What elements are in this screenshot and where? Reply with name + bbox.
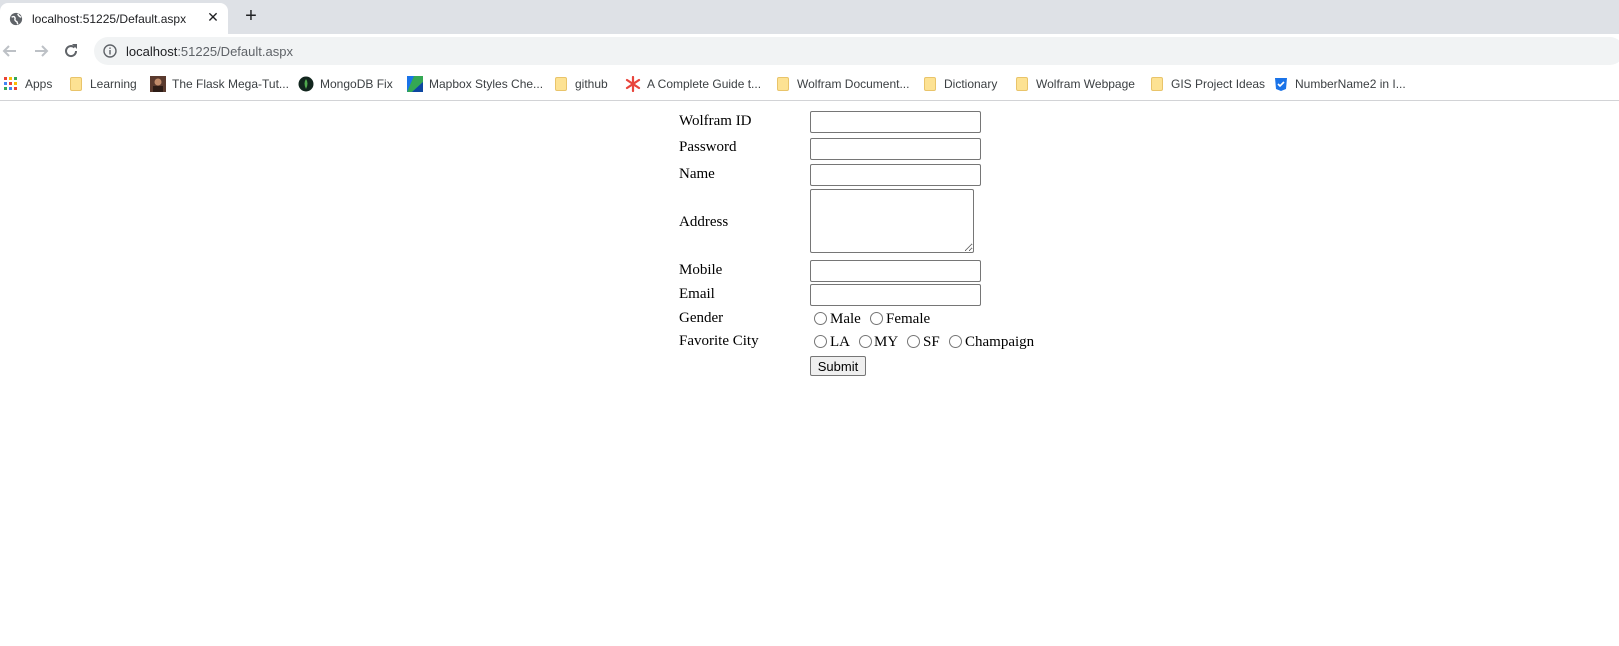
mapbox-icon [407,76,423,92]
forward-arrow-icon[interactable] [31,41,51,61]
city-la-label[interactable]: LA [830,334,850,351]
bookmark-label: MongoDB Fix [320,77,393,91]
folder-icon [68,76,84,92]
bookmark-label: NumberName2 in I... [1295,77,1406,91]
wolfram-id-input[interactable] [810,111,981,133]
new-tab-plus-icon[interactable]: + [241,6,261,26]
bookmark-label: Wolfram Document... [797,77,910,91]
shield-icon [1275,78,1287,91]
city-champaign-radio[interactable] [949,335,962,348]
bookmark-label: Mapbox Styles Che... [429,77,544,91]
tab-strip: localhost:51225/Default.aspx ✕ + [0,0,1619,34]
folder-icon [775,76,791,92]
tab-title: localhost:51225/Default.aspx [32,12,187,26]
submit-button[interactable]: Submit [810,356,866,376]
gender-label: Gender [679,310,724,326]
mobile-input[interactable] [810,260,981,282]
email-label: Email [679,286,715,302]
browser-tab[interactable]: localhost:51225/Default.aspx ✕ [0,3,228,34]
bookmark-label: Learning [90,77,137,91]
bookmarks-bar: Apps Learning The Flask Mega-Tut... Mong… [0,68,1619,101]
folder-icon [1149,76,1165,92]
city-la-radio[interactable] [814,335,827,348]
folder-icon [1014,76,1030,92]
city-champaign-label[interactable]: Champaign [965,334,1034,351]
bookmark-label: GIS Project Ideas [1171,77,1266,91]
reload-icon[interactable] [61,41,81,61]
bookmark-label: github [575,77,608,91]
bookmark-label: Wolfram Webpage [1036,77,1135,91]
city-sf-radio[interactable] [907,335,920,348]
url-path: :51225/Default.aspx [177,44,293,59]
city-sf-label[interactable]: SF [923,334,940,351]
mongodb-leaf-icon [298,76,314,92]
browser-toolbar: localhost:51225/Default.aspx [0,34,1619,68]
password-label: Password [679,139,737,155]
close-tab-icon[interactable]: ✕ [205,9,221,25]
gender-female-radio[interactable] [870,312,883,325]
url-text: localhost:51225/Default.aspx [126,44,293,59]
back-arrow-icon[interactable] [0,41,20,61]
city-my-radio[interactable] [859,335,872,348]
address-textarea[interactable] [810,189,974,253]
name-input[interactable] [810,164,981,186]
url-host: localhost [126,44,178,59]
portrait-icon [150,76,166,92]
gender-female-label[interactable]: Female [886,311,930,328]
address-bar[interactable]: localhost:51225/Default.aspx [94,37,1619,65]
folder-icon [553,76,569,92]
gender-male-radio[interactable] [814,312,827,325]
apps-grid-icon [4,77,17,90]
bookmark-label: Apps [25,77,53,91]
password-input[interactable] [810,138,981,160]
gender-male-label[interactable]: Male [830,311,861,328]
mobile-label: Mobile [679,262,723,278]
email-input[interactable] [810,284,981,306]
city-my-label[interactable]: MY [874,334,898,351]
asterisk-icon [625,76,641,92]
favorite-city-label: Favorite City [679,333,759,349]
name-label: Name [679,166,715,182]
bookmark-label: The Flask Mega-Tut... [172,77,289,91]
info-icon[interactable] [103,44,117,58]
address-label: Address [679,214,729,230]
wolfram-id-label: Wolfram ID [679,113,752,129]
globe-icon [9,12,23,26]
bookmark-label: A Complete Guide t... [647,77,762,91]
folder-icon [922,76,938,92]
bookmark-label: Dictionary [944,77,998,91]
